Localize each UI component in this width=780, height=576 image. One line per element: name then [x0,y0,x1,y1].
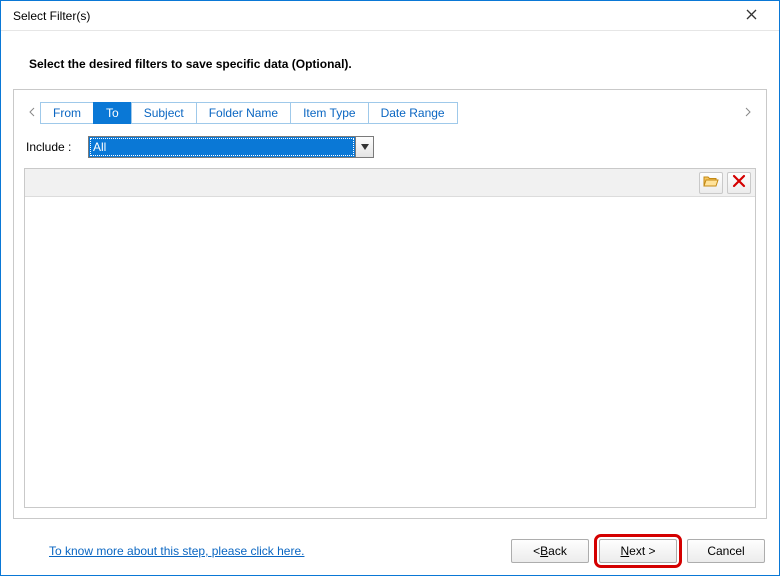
x-red-icon [732,174,746,191]
tabs: From To Subject Folder Name Item Type Da… [40,102,458,124]
back-button[interactable]: < Back [511,539,589,563]
filter-panel: From To Subject Folder Name Item Type Da… [13,89,767,519]
delete-button[interactable] [727,172,751,194]
tabs-row: From To Subject Folder Name Item Type Da… [24,102,756,124]
chevron-left-icon [29,107,35,117]
instruction-text: Select the desired filters to save speci… [13,39,767,89]
next-underline: N [620,544,629,558]
select-filters-dialog: Select Filter(s) Select the desired filt… [0,0,780,576]
chevron-right-icon [745,107,751,117]
cancel-button[interactable]: Cancel [687,539,765,563]
tab-folder-name[interactable]: Folder Name [196,102,291,124]
help-link[interactable]: To know more about this step, please cli… [15,544,304,558]
list-body[interactable] [25,197,755,507]
tab-item-type[interactable]: Item Type [290,102,368,124]
tab-label: To [106,106,119,120]
close-icon [746,7,757,25]
include-row: Include : All [24,136,756,158]
tab-to[interactable]: To [93,102,132,124]
tab-label: Subject [144,106,184,120]
back-rest: ack [548,544,567,558]
window-title: Select Filter(s) [9,9,731,23]
tab-label: Date Range [381,106,445,120]
include-label: Include : [24,140,88,154]
next-rest: ext > [629,544,655,558]
tab-scroll-left[interactable] [24,107,40,120]
titlebar: Select Filter(s) [1,1,779,31]
next-button[interactable]: Next > [599,539,677,563]
folder-open-icon [703,174,719,191]
footer: To know more about this step, please cli… [1,531,779,575]
include-value: All [88,136,356,158]
close-button[interactable] [731,1,771,31]
tab-from[interactable]: From [40,102,94,124]
back-prefix: < [533,544,540,558]
tab-label: Folder Name [209,106,278,120]
include-combo[interactable]: All [88,136,374,158]
list-toolbar [25,169,755,197]
tab-scroll-right[interactable] [740,107,756,120]
list-area [24,168,756,508]
chevron-down-icon [361,144,369,150]
tab-label: Item Type [303,106,355,120]
browse-button[interactable] [699,172,723,194]
content: Select the desired filters to save speci… [1,31,779,531]
tab-subject[interactable]: Subject [131,102,197,124]
cancel-label: Cancel [707,544,744,558]
back-underline: B [540,544,548,558]
tab-label: From [53,106,81,120]
tab-date-range[interactable]: Date Range [368,102,458,124]
include-dropdown-button[interactable] [356,136,374,158]
